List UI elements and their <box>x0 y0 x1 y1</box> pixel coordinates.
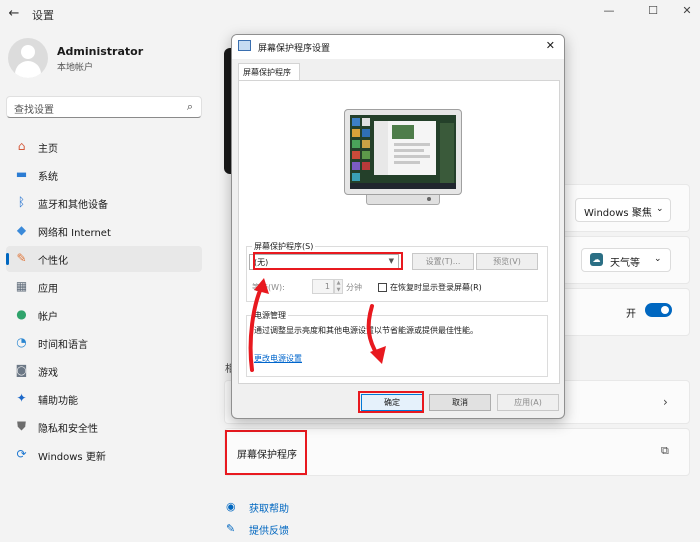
wait-value[interactable]: 1 <box>312 279 334 294</box>
highlight-ok <box>358 391 424 413</box>
feedback-link[interactable]: 提供反馈 <box>249 522 289 537</box>
sidebar-item-label: 系统 <box>38 172 58 183</box>
sidebar-item-label: 个性化 <box>38 256 68 267</box>
avatar-body <box>15 61 41 78</box>
wait-label: 等待(W): <box>252 283 285 292</box>
sidebar-item-label: 蓝牙和其他设备 <box>38 200 108 211</box>
weather-icon: ☁ <box>590 253 603 266</box>
sidebar-item-7[interactable]: ◔ 时间和语言 <box>6 330 202 356</box>
sidebar-item-label: 游戏 <box>38 368 58 379</box>
sidebar-item-11[interactable]: ⟳ Windows 更新 <box>6 442 202 468</box>
monitor-frame <box>344 109 462 195</box>
search-icon: ⌕ <box>186 100 193 113</box>
dialog-titlebar: 屏幕保护程序设置 ✕ <box>232 35 564 59</box>
feedback-icon: ✎ <box>226 522 236 535</box>
user-name: Administrator <box>57 45 144 58</box>
power-group-label: 电源管理 <box>252 310 288 321</box>
accessibility-icon: ✦ <box>16 391 27 405</box>
tab-label: 屏幕保护程序 <box>243 68 291 77</box>
chevron-right-icon: › <box>663 395 668 409</box>
shield-icon: ⛊ <box>16 419 26 433</box>
account-type: 本地帐户 <box>57 63 94 73</box>
sidebar-item-label: 网络和 Internet <box>38 228 111 239</box>
home-icon: ⌂ <box>17 139 26 153</box>
sidebar-item-label: 辅助功能 <box>38 396 78 407</box>
preview-image <box>350 115 456 189</box>
resume-label: 在恢复时显示登录屏幕(R) <box>390 283 482 292</box>
sidebar-item-2[interactable]: ᛒ 蓝牙和其他设备 <box>6 190 202 216</box>
display-icon <box>238 40 251 51</box>
status-dropdown[interactable]: ☁ 天气等 ⌄ <box>581 248 671 272</box>
chevron-down-icon: ⌄ <box>654 254 662 264</box>
preview-button[interactable]: 预览(V) <box>476 253 538 270</box>
sidebar-item-0[interactable]: ⌂ 主页 <box>6 134 202 160</box>
sidebar-item-label: 帐户 <box>38 312 58 323</box>
minimize-icon[interactable]: — <box>598 2 620 20</box>
wifi-icon: ◆ <box>16 223 27 237</box>
toggle-label: 开 <box>626 309 636 320</box>
feature-toggle[interactable] <box>645 303 672 317</box>
sidebar-item-label: 时间和语言 <box>38 340 88 351</box>
sidebar-item-1[interactable]: ▬ 系统 <box>6 162 202 188</box>
screensaver-group-label: 屏幕保护程序(S) <box>252 241 316 252</box>
power-settings-link[interactable]: 更改电源设置 <box>254 353 302 364</box>
maximize-icon[interactable]: ☐ <box>642 2 664 20</box>
status-value: 天气等 <box>610 258 640 269</box>
bluetooth-icon: ᛒ <box>17 195 26 209</box>
dialog-title: 屏幕保护程序设置 <box>258 44 331 54</box>
highlight-select <box>253 252 403 270</box>
sidebar-item-10[interactable]: ⛊ 隐私和安全性 <box>6 414 202 440</box>
back-icon[interactable]: ← <box>6 6 22 22</box>
settings-button[interactable]: 设置(T)... <box>412 253 474 270</box>
resume-checkbox[interactable] <box>378 283 387 292</box>
sidebar-item-8[interactable]: ◙ 游戏 <box>6 358 202 384</box>
sidebar-item-label: Windows 更新 <box>38 452 106 463</box>
close-icon[interactable]: ✕ <box>676 2 698 20</box>
apps-icon: ▦ <box>15 279 28 293</box>
cancel-button[interactable]: 取消 <box>429 394 491 411</box>
spinner-arrows-icon[interactable]: ▲ ▼ <box>334 279 343 294</box>
external-link-icon: ⧉ <box>661 444 669 457</box>
lockscreen-dropdown[interactable]: Windows 聚焦 ⌄ <box>575 198 671 222</box>
monitor-screen <box>350 115 456 189</box>
title-bar: ← 设置 — ☐ ✕ <box>0 0 700 28</box>
highlight-screensaver <box>225 430 307 475</box>
monitor-preview <box>344 109 462 207</box>
update-icon: ⟳ <box>16 447 27 461</box>
power-led-icon <box>427 197 431 201</box>
gamepad-icon: ◙ <box>15 363 28 377</box>
monitor-icon: ▬ <box>15 167 28 181</box>
sidebar-item-label: 主页 <box>38 144 58 155</box>
power-description: 通过调整显示亮度和其他电源设置以节省能源或提供最佳性能。 <box>254 326 478 335</box>
lockscreen-value: Windows 聚焦 <box>584 208 652 219</box>
chevron-down-icon: ⌄ <box>656 204 664 214</box>
brush-icon: ✎ <box>16 251 27 265</box>
sidebar-item-6[interactable]: ● 帐户 <box>6 302 202 328</box>
search-placeholder: 查找设置 <box>14 105 54 116</box>
avatar[interactable] <box>8 38 48 78</box>
sidebar-item-label: 隐私和安全性 <box>38 424 98 435</box>
close-icon[interactable]: ✕ <box>546 39 555 52</box>
monitor-stand <box>366 195 440 205</box>
sidebar-item-label: 应用 <box>38 284 58 295</box>
sidebar-item-3[interactable]: ◆ 网络和 Internet <box>6 218 202 244</box>
minutes-label: 分钟 <box>346 283 362 292</box>
person-icon: ● <box>16 307 27 321</box>
sidebar-item-4[interactable]: ✎ 个性化 <box>6 246 202 272</box>
globe-clock-icon: ◔ <box>16 335 27 349</box>
apply-button[interactable]: 应用(A) <box>497 394 559 411</box>
help-icon: ◉ <box>226 500 236 513</box>
sidebar-item-9[interactable]: ✦ 辅助功能 <box>6 386 202 412</box>
help-link[interactable]: 获取帮助 <box>249 500 289 515</box>
window-title: 设置 <box>32 9 54 22</box>
search-input[interactable]: 查找设置 ⌕ <box>6 96 202 118</box>
sidebar-item-5[interactable]: ▦ 应用 <box>6 274 202 300</box>
tab-screensaver[interactable]: 屏幕保护程序 <box>238 63 300 81</box>
avatar-head <box>21 45 35 59</box>
screensaver-dialog: 屏幕保护程序设置 ✕ 屏幕保护程序 屏幕保护程序(S) (无) ▼ 设置(T).… <box>231 34 565 419</box>
